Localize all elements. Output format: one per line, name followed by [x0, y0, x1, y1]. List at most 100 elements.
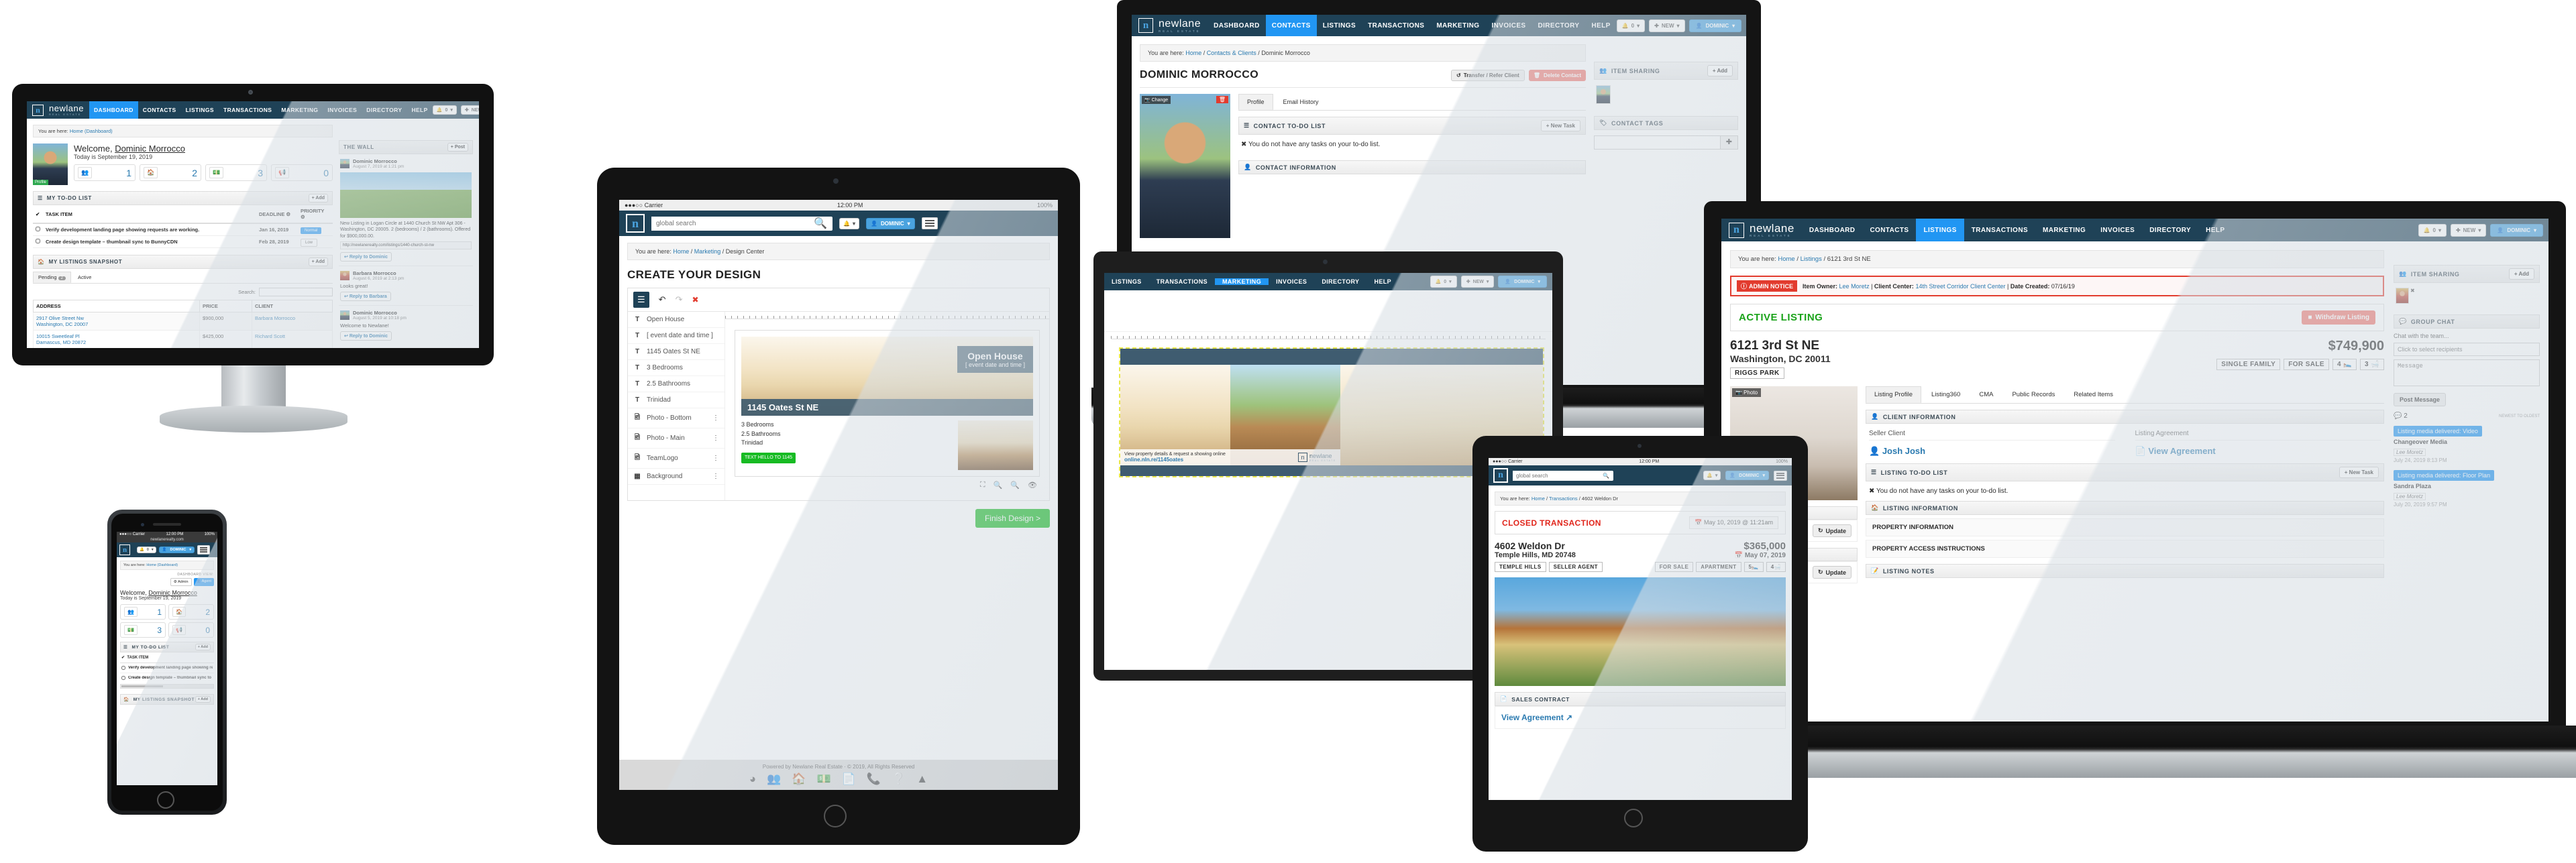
search-input[interactable] [1513, 470, 1599, 481]
layer-menu-icon[interactable]: ⋮ [712, 455, 719, 462]
nav-help[interactable]: HELP [1585, 15, 1616, 36]
change-photo-button[interactable]: 📷 Photo [1732, 388, 1762, 397]
listing-client-link[interactable]: Richard Scott [255, 333, 285, 339]
search-input[interactable] [651, 216, 809, 231]
preview-eye-icon[interactable]: 👁 [1028, 481, 1037, 490]
new-button[interactable]: ✚NEW▾ [2450, 223, 2487, 237]
nav-invoices[interactable]: INVOICES [323, 101, 362, 119]
list-item[interactable]: T 1145 Oates St NE [628, 344, 724, 360]
todo-add-button[interactable]: + Add [195, 644, 211, 650]
notifications-button[interactable]: 🔔 0 ▾ [1616, 19, 1646, 32]
breadcrumb-transactions-link[interactable]: Transactions [1549, 496, 1578, 502]
brand-logo[interactable]: n [119, 544, 130, 555]
contacts-icon[interactable]: 👥 [767, 772, 781, 786]
ipad-home-button[interactable] [1624, 809, 1643, 827]
new-button[interactable]: ✚NEW▾ [1460, 276, 1495, 288]
phone-icon[interactable]: 📞 [867, 772, 881, 786]
tab-listing360[interactable]: Listing360 [1923, 386, 1969, 403]
nav-dashboard[interactable]: DASHBOARD [1208, 15, 1266, 36]
user-menu-button[interactable]: 👤 DOMINIC ▾ [865, 217, 915, 229]
transfer-refer-client-button[interactable]: ↺ Transfer / Refer Client [1450, 69, 1525, 81]
breadcrumb-home-link[interactable]: Home (Dashboard) [146, 563, 178, 567]
todo-checkbox[interactable] [121, 676, 125, 680]
nav-marketing[interactable]: MARKETING [1430, 15, 1485, 36]
nav-transactions[interactable]: TRANSACTIONS [1964, 219, 2035, 241]
nav-directory[interactable]: DIRECTORY [2142, 219, 2198, 241]
reply-button[interactable]: ↩ Reply to Dominic [340, 252, 392, 262]
nav-help[interactable]: HELP [1366, 278, 1399, 285]
redo-icon[interactable]: ↷ [676, 294, 683, 305]
nav-listings[interactable]: LISTINGS [1104, 278, 1149, 285]
table-row[interactable]: Create design template – thumbnail sync … [33, 235, 333, 248]
nav-directory[interactable]: DIRECTORY [362, 101, 407, 119]
stat-contacts[interactable]: 👥 1 [120, 604, 166, 620]
brand-logo[interactable]: n [1493, 468, 1508, 483]
nav-help[interactable]: HELP [407, 101, 432, 119]
reply-button[interactable]: ↩ Reply to Dominic [340, 331, 392, 341]
list-item[interactable]: 🖻 Photo - Main ⋮ [628, 428, 724, 449]
user-menu-button[interactable]: 👤 DOMINIC ▾ [2490, 223, 2543, 237]
view-agreement-link[interactable]: 📄 View Agreement [2135, 446, 2216, 456]
client-center-link[interactable]: 14th Street Corridor Client Center [1915, 283, 2005, 290]
promotion-update-button[interactable]: ↻ Update [1812, 566, 1851, 579]
breadcrumb-contacts-link[interactable]: Contacts & Clients [1207, 50, 1256, 56]
tab-listing-profile[interactable]: Listing Profile [1866, 386, 1922, 403]
tab-public-records[interactable]: Public Records [2003, 386, 2063, 403]
stat-marketing[interactable]: 📢 0 [271, 164, 333, 181]
post-message-button[interactable]: Post Message [2394, 393, 2447, 406]
zoom-out-icon[interactable]: 🔍 [994, 481, 1003, 490]
user-menu-button[interactable]: 👤 DOMINIC ▾ [1688, 19, 1742, 32]
nav-transactions[interactable]: TRANSACTIONS [219, 101, 276, 119]
list-item[interactable]: ▦ Background ⋮ [628, 469, 724, 485]
search-input[interactable] [259, 288, 333, 296]
delete-photo-icon[interactable]: 🗑 [1216, 96, 1228, 103]
design-canvas[interactable]: Open House [ event date and time ] 1145 … [725, 312, 1049, 500]
avatar[interactable] [2396, 288, 2409, 304]
owner-link[interactable]: Lee Moretz [1839, 283, 1870, 290]
breadcrumb-home-link[interactable]: Home [1532, 496, 1545, 502]
hamburger-menu-button[interactable] [1774, 470, 1787, 481]
nav-invoices[interactable]: INVOICES [2093, 219, 2142, 241]
list-item[interactable]: T[ event date and time ] [628, 328, 724, 344]
search-icon[interactable]: 🔍 [808, 217, 833, 230]
nav-contacts[interactable]: CONTACTS [1862, 219, 1916, 241]
new-button[interactable]: ✚NEW▾ [460, 105, 479, 115]
delete-contact-button[interactable]: 🗑 Delete Contact [1528, 69, 1586, 81]
notifications-button[interactable]: 🔔 0 ▾ [1430, 276, 1457, 288]
listing-city[interactable]: Damascus, MD 20872 [36, 339, 86, 345]
nav-listings[interactable]: LISTINGS [181, 101, 219, 119]
layer-menu-icon[interactable]: ⋮ [712, 414, 719, 422]
breadcrumb-listings-link[interactable]: Listings [1801, 255, 1822, 263]
listing-new-task-button[interactable]: + New Task [2339, 467, 2379, 478]
tab-profile[interactable]: Profile [1238, 94, 1273, 110]
profile-badge[interactable]: Profile [33, 180, 49, 185]
welcome-user-name[interactable]: Dominic Morrocco [148, 589, 197, 596]
breadcrumb-home-link[interactable]: Home [673, 248, 689, 255]
fit-screen-icon[interactable]: ⛶ [980, 481, 985, 490]
stat-transactions[interactable]: 💵 3 [205, 164, 267, 181]
notifications-button[interactable]: 🔔 ▾ [839, 217, 859, 229]
mls-update-button[interactable]: ↻ Update [1812, 524, 1851, 537]
listings-add-button[interactable]: + Add [308, 257, 328, 266]
nav-listings[interactable]: LISTINGS [1916, 219, 1964, 241]
stat-listings[interactable]: 🏠 2 [168, 604, 214, 620]
ipad-home-button[interactable] [824, 805, 847, 827]
contact-tag-input[interactable] [1594, 135, 1721, 150]
nav-help[interactable]: HELP [2198, 219, 2232, 241]
help-icon[interactable]: ❔ [892, 772, 906, 786]
message-textarea[interactable] [2394, 359, 2540, 386]
tab-pending[interactable]: Pending 2 [33, 272, 71, 283]
listing-address-link[interactable]: 10015 Sweetleaf Pl [36, 333, 80, 339]
breadcrumb-home-link[interactable]: Home [1778, 255, 1794, 263]
nav-invoices[interactable]: INVOICES [1485, 15, 1532, 36]
nav-contacts[interactable]: CONTACTS [1265, 15, 1317, 36]
export-icon[interactable]: ▲ [916, 772, 928, 786]
nav-dashboard[interactable]: DASHBOARD [89, 101, 138, 119]
sort-label[interactable]: NEWEST TO OLDEST [2499, 414, 2540, 418]
undo-icon[interactable]: ↶ [659, 294, 666, 305]
todo-checkbox[interactable] [36, 227, 40, 231]
stat-contacts[interactable]: 👥 1 [74, 164, 136, 181]
nav-marketing[interactable]: MARKETING [276, 101, 323, 119]
tab-cma[interactable]: CMA [1970, 386, 2002, 403]
wall-post-button[interactable]: + Post [447, 143, 468, 152]
